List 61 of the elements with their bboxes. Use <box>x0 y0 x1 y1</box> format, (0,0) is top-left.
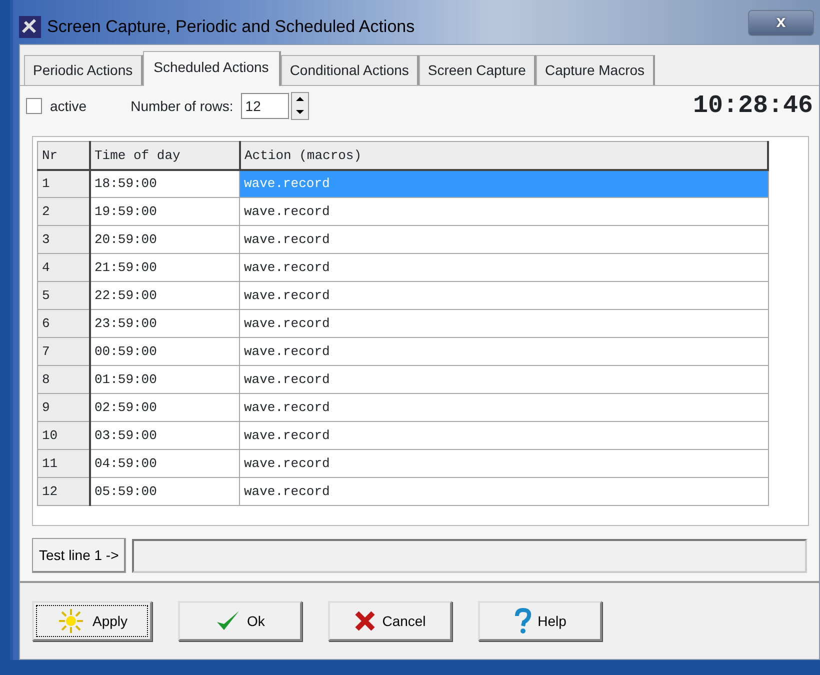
row-number: 6 <box>38 310 90 338</box>
column-header: Nr <box>38 142 90 170</box>
table-cell: 21:59:00 <box>90 254 240 282</box>
table-cell: 00:59:00 <box>90 338 240 366</box>
row-number: 2 <box>38 198 90 226</box>
apply-button[interactable]: Apply <box>32 601 152 641</box>
table-cell: wave.record <box>240 338 768 366</box>
row-number: 11 <box>38 450 90 478</box>
table-cell: 23:59:00 <box>90 310 240 338</box>
row-number: 7 <box>38 338 90 366</box>
table-cell: wave.record <box>240 478 768 506</box>
clock: 10:28:46 <box>692 90 813 122</box>
help-button[interactable]: Help <box>478 601 602 641</box>
row-number: 12 <box>38 478 90 506</box>
row-number: 9 <box>38 394 90 422</box>
table-cell: 02:59:00 <box>90 394 240 422</box>
table-cell: 05:59:00 <box>90 478 240 506</box>
question-icon <box>514 608 532 634</box>
table-cell: wave.record <box>240 226 768 254</box>
close-button[interactable]: x <box>748 10 814 36</box>
table-cell: wave.record <box>240 422 768 450</box>
tab[interactable]: Scheduled Actions <box>142 51 281 86</box>
row-number: 3 <box>38 226 90 254</box>
row-number: 1 <box>38 170 90 198</box>
table-cell: 03:59:00 <box>90 422 240 450</box>
row-number: 10 <box>38 422 90 450</box>
cancel-button[interactable]: Cancel <box>328 601 452 641</box>
tab[interactable]: Periodic Actions <box>24 55 143 85</box>
table-cell: 04:59:00 <box>90 450 240 478</box>
row-number: 5 <box>38 282 90 310</box>
table-cell: 01:59:00 <box>90 366 240 394</box>
tab[interactable]: Capture Macros <box>536 55 655 85</box>
table-cell: 19:59:00 <box>90 198 240 226</box>
table-cell: wave.record <box>240 450 768 478</box>
row-number: 4 <box>38 254 90 282</box>
test-line-button[interactable]: Test line 1 -> <box>32 538 126 573</box>
ok-button[interactable]: Ok <box>178 601 302 641</box>
cross-icon <box>354 610 376 632</box>
table-cell: wave.record <box>240 198 768 226</box>
checkbox-label: active <box>50 96 87 116</box>
column-header: Action (macros) <box>240 142 768 170</box>
app-icon <box>19 16 41 38</box>
table-cell: wave.record <box>240 394 768 422</box>
table-cell: 22:59:00 <box>90 282 240 310</box>
active-checkbox[interactable] <box>26 98 42 114</box>
table-cell: wave.record <box>240 282 768 310</box>
table-cell: wave.record <box>240 310 768 338</box>
tab[interactable]: Screen Capture <box>418 55 536 85</box>
table-cell: wave.record <box>240 170 768 198</box>
tab[interactable]: Conditional Actions <box>280 55 419 85</box>
table-cell: 18:59:00 <box>90 170 240 198</box>
spin-buttons[interactable] <box>291 92 310 120</box>
table-cell: 20:59:00 <box>90 226 240 254</box>
table-cell: wave.record <box>240 254 768 282</box>
rows-label: Number of rows: <box>130 96 234 116</box>
test-line-field[interactable] <box>132 538 807 572</box>
column-header: Time of day <box>90 142 240 170</box>
rows-field[interactable]: 12 <box>241 93 290 119</box>
window-title: Screen Capture, Periodic and Scheduled Actions <box>47 16 415 38</box>
row-number: 8 <box>38 366 90 394</box>
table-cell: wave.record <box>240 366 768 394</box>
